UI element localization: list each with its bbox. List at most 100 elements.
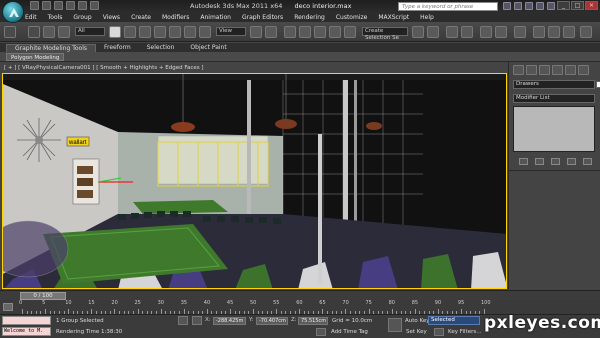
window-crossing-icon[interactable] — [154, 26, 166, 38]
menu-item-rendering[interactable]: Rendering — [294, 14, 325, 21]
favorites-icon[interactable] — [536, 2, 544, 10]
application-button[interactable] — [2, 1, 24, 23]
angle-snap-icon[interactable] — [314, 26, 326, 38]
menu-item-edit[interactable]: Edit — [25, 14, 37, 21]
render-production-icon[interactable] — [563, 26, 575, 38]
trackbar-menu-icon[interactable] — [3, 303, 13, 311]
layer-manager-icon[interactable] — [446, 26, 458, 38]
select-manipulate-icon[interactable] — [265, 26, 277, 38]
scale-icon[interactable] — [199, 26, 211, 38]
region-select-icon[interactable] — [139, 26, 151, 38]
new-icon[interactable] — [30, 1, 39, 10]
set-key-button[interactable]: Set Key — [406, 329, 427, 335]
open-icon[interactable] — [42, 1, 51, 10]
select-object-icon[interactable] — [109, 26, 121, 38]
material-editor-icon[interactable] — [514, 26, 526, 38]
save-icon[interactable] — [54, 1, 63, 10]
menu-item-views[interactable]: Views — [103, 14, 120, 21]
help-icon[interactable] — [547, 2, 555, 10]
viewport-label[interactable]: [ + ] [ VRayPhysicalCamera001 ] [ Smooth… — [2, 64, 507, 73]
menu-item-group[interactable]: Group — [73, 14, 91, 21]
unlink-icon[interactable] — [43, 26, 55, 38]
curve-editor-icon[interactable] — [480, 26, 492, 38]
ribbon-tab-freeform[interactable]: Freeform — [96, 44, 139, 52]
menu-item-animation[interactable]: Animation — [200, 14, 231, 21]
ribbon-tab-selection[interactable]: Selection — [139, 44, 183, 52]
menu-item-customize[interactable]: Customize — [336, 14, 368, 21]
time-slider[interactable]: 0 / 100 — [20, 292, 66, 300]
utilities-tab-icon[interactable] — [578, 65, 589, 75]
menu-item-modifiers[interactable]: Modifiers — [162, 14, 189, 21]
render-setup-icon[interactable] — [533, 26, 545, 38]
keyboard-shortcut-icon[interactable] — [284, 26, 296, 38]
graphite-toggle-icon[interactable] — [461, 26, 473, 38]
absolute-mode-icon[interactable] — [192, 316, 202, 325]
pin-stack-icon[interactable] — [519, 158, 528, 165]
hierarchy-tab-icon[interactable] — [539, 65, 550, 75]
configure-sets-icon[interactable] — [583, 158, 592, 165]
bind-icon[interactable] — [58, 26, 70, 38]
x-coordinate-field[interactable]: -288.425m — [213, 317, 246, 325]
selection-filter-dropdown[interactable]: All — [75, 27, 105, 36]
percent-snap-icon[interactable] — [329, 26, 341, 38]
spinner-snap-icon[interactable] — [344, 26, 356, 38]
lock-selection-icon[interactable] — [178, 316, 188, 325]
motion-tab-icon[interactable] — [552, 65, 563, 75]
modifier-list-dropdown[interactable]: Modifier List — [513, 94, 595, 103]
maximize-button[interactable]: □ — [571, 1, 584, 10]
set-key-icon[interactable] — [388, 318, 402, 332]
menu-item-help[interactable]: Help — [420, 14, 434, 21]
minimize-button[interactable]: _ — [557, 1, 570, 10]
key-filters-icon[interactable] — [434, 328, 444, 336]
align-icon[interactable] — [427, 26, 439, 38]
move-icon[interactable] — [169, 26, 181, 38]
color-swatch[interactable] — [596, 81, 600, 88]
subscription-icon[interactable] — [514, 2, 522, 10]
menu-item-graph-editors[interactable]: Graph Editors — [242, 14, 283, 21]
y-coordinate-field[interactable]: -70.407cm — [256, 317, 288, 325]
menu-item-create[interactable]: Create — [131, 14, 151, 21]
auto-key-button[interactable]: Auto Key — [405, 318, 430, 324]
ribbon-tab-graphite-modeling-tools[interactable]: Graphite Modeling Tools — [6, 44, 97, 52]
communication-icon[interactable] — [525, 2, 533, 10]
menu-item-tools[interactable]: Tools — [48, 14, 63, 21]
track-bar[interactable]: 0 5 10 15 20 25 30 35 40 45 50 55 60 65 70 75 80 85 90 95 10… — [0, 300, 600, 314]
remove-modifier-icon[interactable] — [567, 158, 576, 165]
reference-coordinate-dropdown[interactable]: View — [216, 27, 246, 36]
select-by-name-icon[interactable] — [124, 26, 136, 38]
maxscript-listener-output[interactable]: Welcome to M. — [2, 327, 51, 336]
key-filters-button[interactable]: Key Filters... — [448, 329, 481, 335]
display-tab-icon[interactable] — [565, 65, 576, 75]
close-button[interactable]: × — [585, 1, 598, 10]
undo-icon[interactable] — [4, 26, 16, 38]
show-end-result-icon[interactable] — [535, 158, 544, 165]
modifier-stack[interactable] — [513, 106, 595, 152]
menu-item-maxscript[interactable]: MAXScript — [378, 14, 409, 21]
undo-icon[interactable] — [66, 1, 75, 10]
add-time-tag-button[interactable]: Add Time Tag — [331, 329, 368, 335]
polygon-modeling-button[interactable]: Polygon Modeling — [6, 53, 65, 61]
pivot-center-icon[interactable] — [250, 26, 262, 38]
named-selection-sets-dropdown[interactable]: Create Selection Se — [362, 27, 408, 41]
key-mode-dropdown[interactable]: Selected — [428, 316, 480, 325]
mirror-icon[interactable] — [412, 26, 424, 38]
viewport[interactable]: wallart — [2, 73, 507, 289]
make-unique-icon[interactable] — [551, 158, 560, 165]
render-iterative-icon[interactable] — [580, 26, 592, 38]
search-icon[interactable] — [503, 2, 511, 10]
create-tab-icon[interactable] — [513, 65, 524, 75]
drawers-field[interactable]: Drawers — [513, 80, 600, 89]
ribbon-tab-object-paint[interactable]: Object Paint — [182, 44, 234, 52]
time-tag-icon[interactable] — [316, 328, 326, 336]
schematic-view-icon[interactable] — [495, 26, 507, 38]
link-icon[interactable] — [28, 26, 40, 38]
redo-icon[interactable] — [78, 1, 87, 10]
modify-tab-icon[interactable] — [526, 65, 537, 75]
rotate-icon[interactable] — [184, 26, 196, 38]
z-coordinate-field[interactable]: 75.515cm — [298, 317, 328, 325]
hold-icon[interactable] — [90, 1, 99, 10]
maxscript-mini-listener[interactable] — [2, 316, 51, 325]
snaps-toggle-icon[interactable] — [299, 26, 311, 38]
search-input[interactable]: Type a keyword or phrase — [398, 2, 498, 11]
rendered-frame-icon[interactable] — [548, 26, 560, 38]
